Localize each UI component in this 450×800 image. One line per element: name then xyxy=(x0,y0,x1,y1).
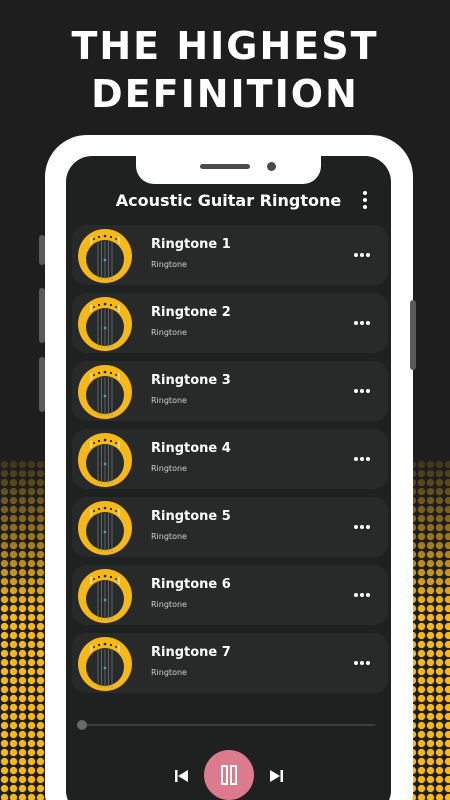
ringtone-subtitle: Ringtone xyxy=(151,668,187,677)
guitar-thumbnail-icon xyxy=(77,636,133,692)
app-title: Acoustic Guitar Ringtone xyxy=(115,191,342,210)
ringtone-title: Ringtone 3 xyxy=(151,373,231,388)
guitar-thumbnail-icon xyxy=(77,432,133,488)
ringtone-list: Ringtone 1 Ringtone Ringtone 2 Ringtone xyxy=(72,225,388,701)
ringtone-item[interactable]: Ringtone 4 Ringtone xyxy=(72,429,388,489)
phone-volume-down-button xyxy=(39,357,45,412)
progress-slider-thumb[interactable] xyxy=(77,720,87,730)
guitar-thumbnail-icon xyxy=(77,500,133,556)
promo-headline-line1: THE HIGHEST xyxy=(71,24,379,68)
ringtone-subtitle: Ringtone xyxy=(151,464,187,473)
promo-headline-line2: DEFINITION xyxy=(91,72,359,116)
progress-track[interactable] xyxy=(78,724,375,726)
more-horiz-icon[interactable] xyxy=(354,320,370,326)
phone-power-button xyxy=(410,300,416,370)
more-horiz-icon[interactable] xyxy=(354,592,370,598)
ringtone-subtitle: Ringtone xyxy=(151,600,187,609)
ringtone-subtitle: Ringtone xyxy=(151,396,187,405)
ringtone-title: Ringtone 2 xyxy=(151,305,231,320)
ringtone-title: Ringtone 5 xyxy=(151,509,231,524)
ringtone-item[interactable]: Ringtone 7 Ringtone xyxy=(72,633,388,693)
guitar-thumbnail-icon xyxy=(77,296,133,352)
guitar-thumbnail-icon xyxy=(77,568,133,624)
player-bar xyxy=(66,712,391,800)
ringtone-item[interactable]: Ringtone 5 Ringtone xyxy=(72,497,388,557)
more-horiz-icon[interactable] xyxy=(354,524,370,530)
more-horiz-icon[interactable] xyxy=(354,660,370,666)
promo-headline: THE HIGHEST DEFINITION xyxy=(0,22,450,118)
ringtone-item[interactable]: Ringtone 6 Ringtone xyxy=(72,565,388,625)
phone-side-button xyxy=(39,235,45,265)
ringtone-item[interactable]: Ringtone 1 Ringtone xyxy=(72,225,388,285)
skip-previous-icon[interactable] xyxy=(172,766,192,786)
ringtone-title: Ringtone 4 xyxy=(151,441,231,456)
ringtone-title: Ringtone 1 xyxy=(151,237,231,252)
ringtone-subtitle: Ringtone xyxy=(151,532,187,541)
front-camera xyxy=(267,162,276,171)
phone-screen: Acoustic Guitar Ringtone Ringtone 1 Ring… xyxy=(66,156,391,800)
ringtone-subtitle: Ringtone xyxy=(151,328,187,337)
pause-button[interactable] xyxy=(204,750,254,800)
ringtone-title: Ringtone 7 xyxy=(151,645,231,660)
ringtone-title: Ringtone 6 xyxy=(151,577,231,592)
more-horiz-icon[interactable] xyxy=(354,252,370,258)
more-vert-icon[interactable] xyxy=(359,190,371,210)
pause-icon xyxy=(221,765,237,785)
ringtone-item[interactable]: Ringtone 2 Ringtone xyxy=(72,293,388,353)
phone-volume-up-button xyxy=(39,288,45,343)
guitar-thumbnail-icon xyxy=(77,228,133,284)
guitar-thumbnail-icon xyxy=(77,364,133,420)
more-horiz-icon[interactable] xyxy=(354,456,370,462)
phone-notch xyxy=(136,156,321,184)
ringtone-subtitle: Ringtone xyxy=(151,260,187,269)
more-horiz-icon[interactable] xyxy=(354,388,370,394)
speaker-grille xyxy=(200,164,250,169)
ringtone-item[interactable]: Ringtone 3 Ringtone xyxy=(72,361,388,421)
skip-next-icon[interactable] xyxy=(266,766,286,786)
